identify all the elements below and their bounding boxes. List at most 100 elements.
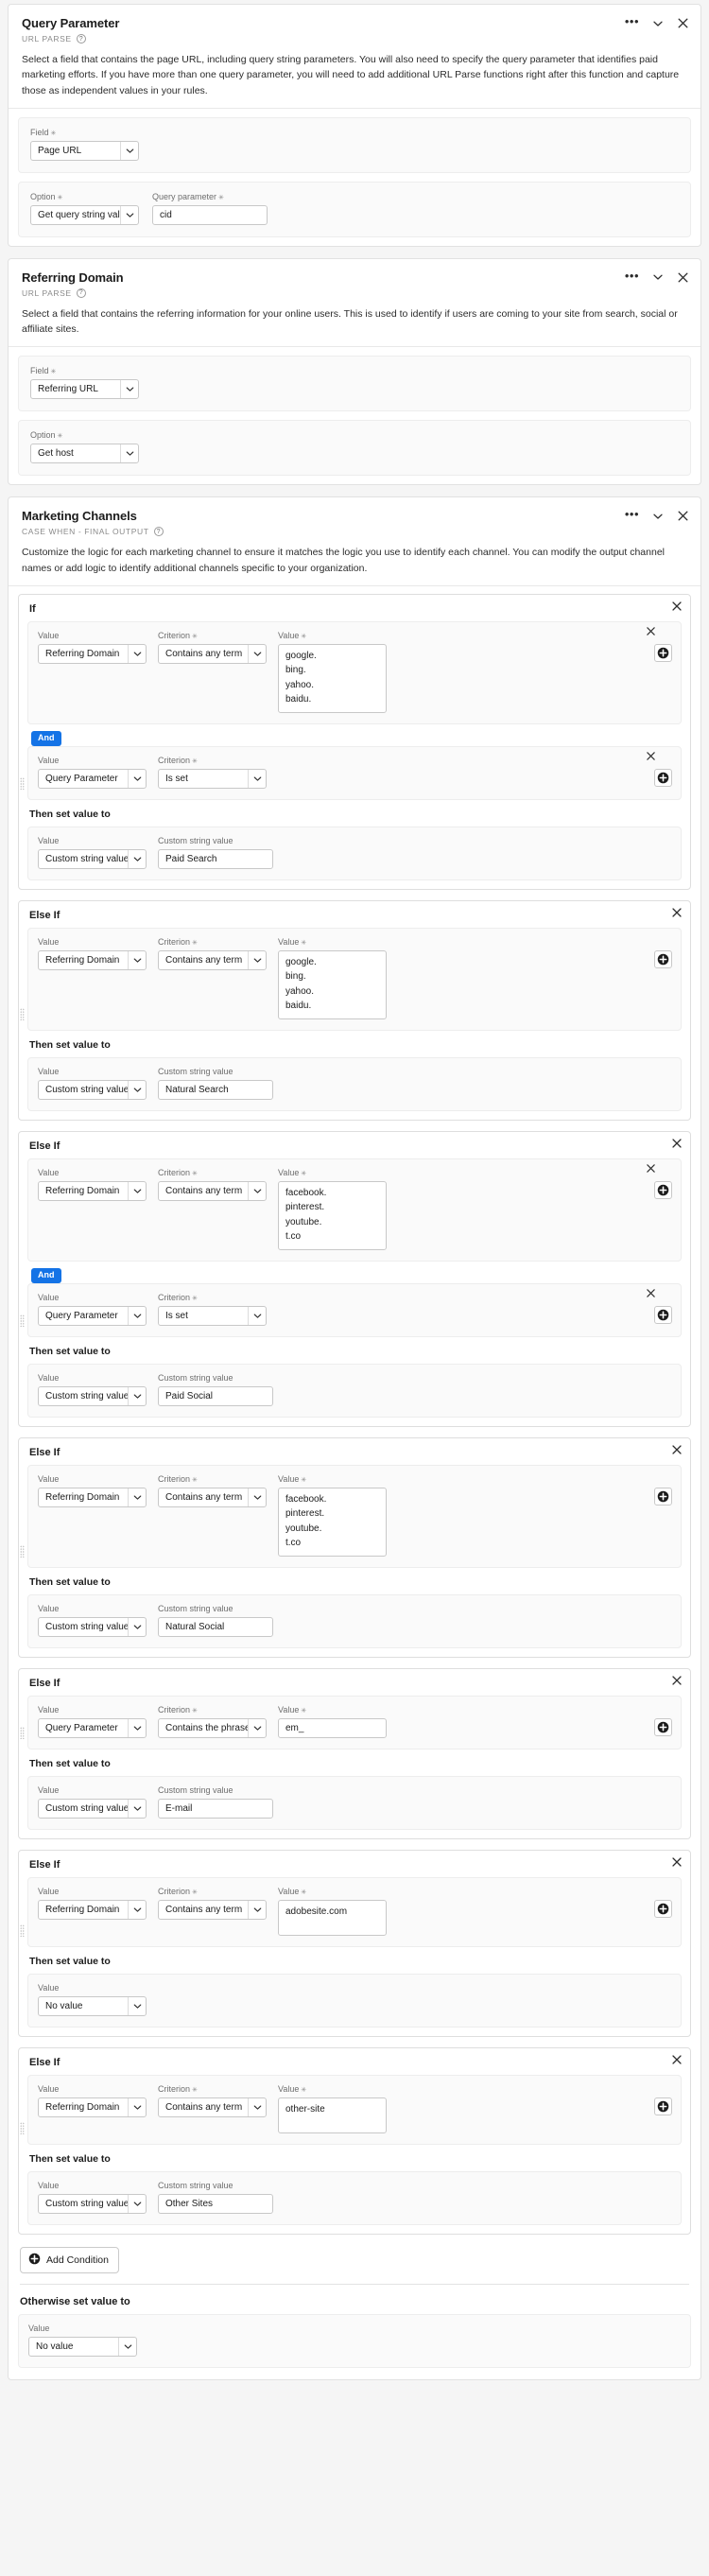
select-row-criterion[interactable]: Contains any term [158,950,267,970]
chevron-down-icon[interactable] [248,645,266,663]
select-row-criterion[interactable]: Contains any term [158,2097,267,2117]
input-custom-string-value[interactable]: Paid Search [158,849,273,869]
textarea-row-terms[interactable]: other-site [278,2097,387,2133]
select-row-criterion[interactable]: Is set [158,769,267,789]
chevron-down-icon[interactable] [128,1307,146,1325]
chevron-down-icon[interactable] [120,142,138,160]
chevron-down-icon[interactable] [248,1182,266,1200]
select-option[interactable]: Get query string value [30,205,139,225]
remove-row-icon[interactable] [646,626,656,639]
select-row-criterion[interactable]: Contains any term [158,1900,267,1920]
chevron-down-icon[interactable] [248,1307,266,1325]
remove-row-icon[interactable] [646,1288,656,1301]
chevron-down-icon[interactable] [128,850,146,868]
chevron-down-icon[interactable] [128,1800,146,1818]
add-row-button[interactable] [654,950,672,968]
remove-condition-icon[interactable] [671,600,683,615]
select-then-value[interactable]: Custom string value [38,1080,147,1100]
input-custom-string-value[interactable]: E-mail [158,1799,273,1819]
select-then-value[interactable]: Custom string value [38,1617,147,1637]
add-row-button[interactable] [654,1718,672,1736]
select-row-value[interactable]: Referring Domain [38,1488,147,1507]
add-row-button[interactable] [654,1181,672,1199]
remove-condition-icon[interactable] [671,1138,683,1152]
chevron-down-icon[interactable] [128,1719,146,1737]
drag-handle[interactable] [20,1008,25,1020]
remove-condition-icon[interactable] [671,1856,683,1871]
chevron-down-icon[interactable] [120,444,138,462]
add-row-button[interactable] [654,1306,672,1324]
more-options-icon[interactable]: ••• [625,270,639,286]
select-otherwise-value[interactable]: No value [28,2337,137,2357]
drag-handle[interactable] [20,1314,25,1327]
chevron-down-icon[interactable] [128,770,146,788]
chevron-down-icon[interactable] [248,1488,266,1506]
chevron-down-icon[interactable] [128,2098,146,2116]
textarea-row-terms[interactable]: facebook.pinterest.youtube.t.co [278,1488,387,1557]
chevron-down-icon[interactable] [128,1997,146,2015]
close-icon[interactable] [677,271,689,284]
and-operator-badge[interactable]: And [31,1268,61,1283]
select-option[interactable]: Get host [30,444,139,463]
add-row-button[interactable] [654,1900,672,1918]
help-icon[interactable]: ? [77,34,86,44]
select-row-criterion[interactable]: Is set [158,1306,267,1326]
chevron-down-icon[interactable] [128,1618,146,1636]
chevron-down-icon[interactable] [128,1081,146,1099]
remove-row-icon[interactable] [646,1163,656,1176]
select-then-value[interactable]: Custom string value [38,1386,147,1406]
close-icon[interactable] [677,510,689,522]
and-operator-badge[interactable]: And [31,731,61,746]
textarea-row-terms[interactable]: facebook.pinterest.youtube.t.co [278,1181,387,1250]
input-query-parameter[interactable]: cid [152,205,268,225]
select-row-value[interactable]: Referring Domain [38,644,147,664]
chevron-down-icon[interactable] [248,1719,266,1737]
input-custom-string-value[interactable]: Paid Social [158,1386,273,1406]
select-row-value[interactable]: Referring Domain [38,950,147,970]
select-field[interactable]: Referring URL [30,379,139,399]
textarea-row-terms[interactable]: google.bing.yahoo.baidu. [278,950,387,1019]
select-row-value[interactable]: Query Parameter [38,1718,147,1738]
remove-condition-icon[interactable] [671,2054,683,2068]
select-row-value[interactable]: Referring Domain [38,1900,147,1920]
select-row-criterion[interactable]: Contains any term [158,1488,267,1507]
chevron-down-icon[interactable] [128,1182,146,1200]
drag-handle[interactable] [20,1545,25,1558]
select-row-criterion[interactable]: Contains any term [158,1181,267,1201]
chevron-down-icon[interactable] [128,1488,146,1506]
drag-handle[interactable] [20,777,25,790]
help-icon[interactable]: ? [77,288,86,298]
chevron-down-icon[interactable] [128,951,146,969]
select-then-value[interactable]: Custom string value [38,2194,147,2214]
add-condition-button[interactable]: Add Condition [20,2247,119,2273]
chevron-down-icon[interactable] [128,1901,146,1919]
remove-row-icon[interactable] [646,751,656,764]
remove-condition-icon[interactable] [671,907,683,921]
input-custom-string-value[interactable]: Natural Search [158,1080,273,1100]
drag-handle[interactable] [20,1727,25,1739]
chevron-down-icon[interactable] [248,770,266,788]
input-custom-string-value[interactable]: Natural Social [158,1617,273,1637]
select-row-criterion[interactable]: Contains the phrase [158,1718,267,1738]
chevron-down-icon[interactable] [128,645,146,663]
chevron-down-icon[interactable] [652,18,664,29]
select-then-value[interactable]: Custom string value [38,849,147,869]
chevron-down-icon[interactable] [652,511,664,522]
help-icon[interactable]: ? [154,527,164,536]
chevron-down-icon[interactable] [128,2195,146,2213]
textarea-row-terms[interactable]: adobesite.com [278,1900,387,1936]
add-row-button[interactable] [654,769,672,787]
chevron-down-icon[interactable] [248,951,266,969]
chevron-down-icon[interactable] [128,1387,146,1405]
drag-handle[interactable] [20,2122,25,2134]
remove-condition-icon[interactable] [671,1675,683,1689]
select-row-value[interactable]: Referring Domain [38,2097,147,2117]
chevron-down-icon[interactable] [652,271,664,283]
close-icon[interactable] [677,17,689,29]
select-row-criterion[interactable]: Contains any term [158,644,267,664]
more-options-icon[interactable]: ••• [625,15,639,31]
chevron-down-icon[interactable] [118,2338,136,2356]
chevron-down-icon[interactable] [120,380,138,398]
add-row-button[interactable] [654,1488,672,1506]
textarea-row-terms[interactable]: google.bing.yahoo.baidu. [278,644,387,713]
